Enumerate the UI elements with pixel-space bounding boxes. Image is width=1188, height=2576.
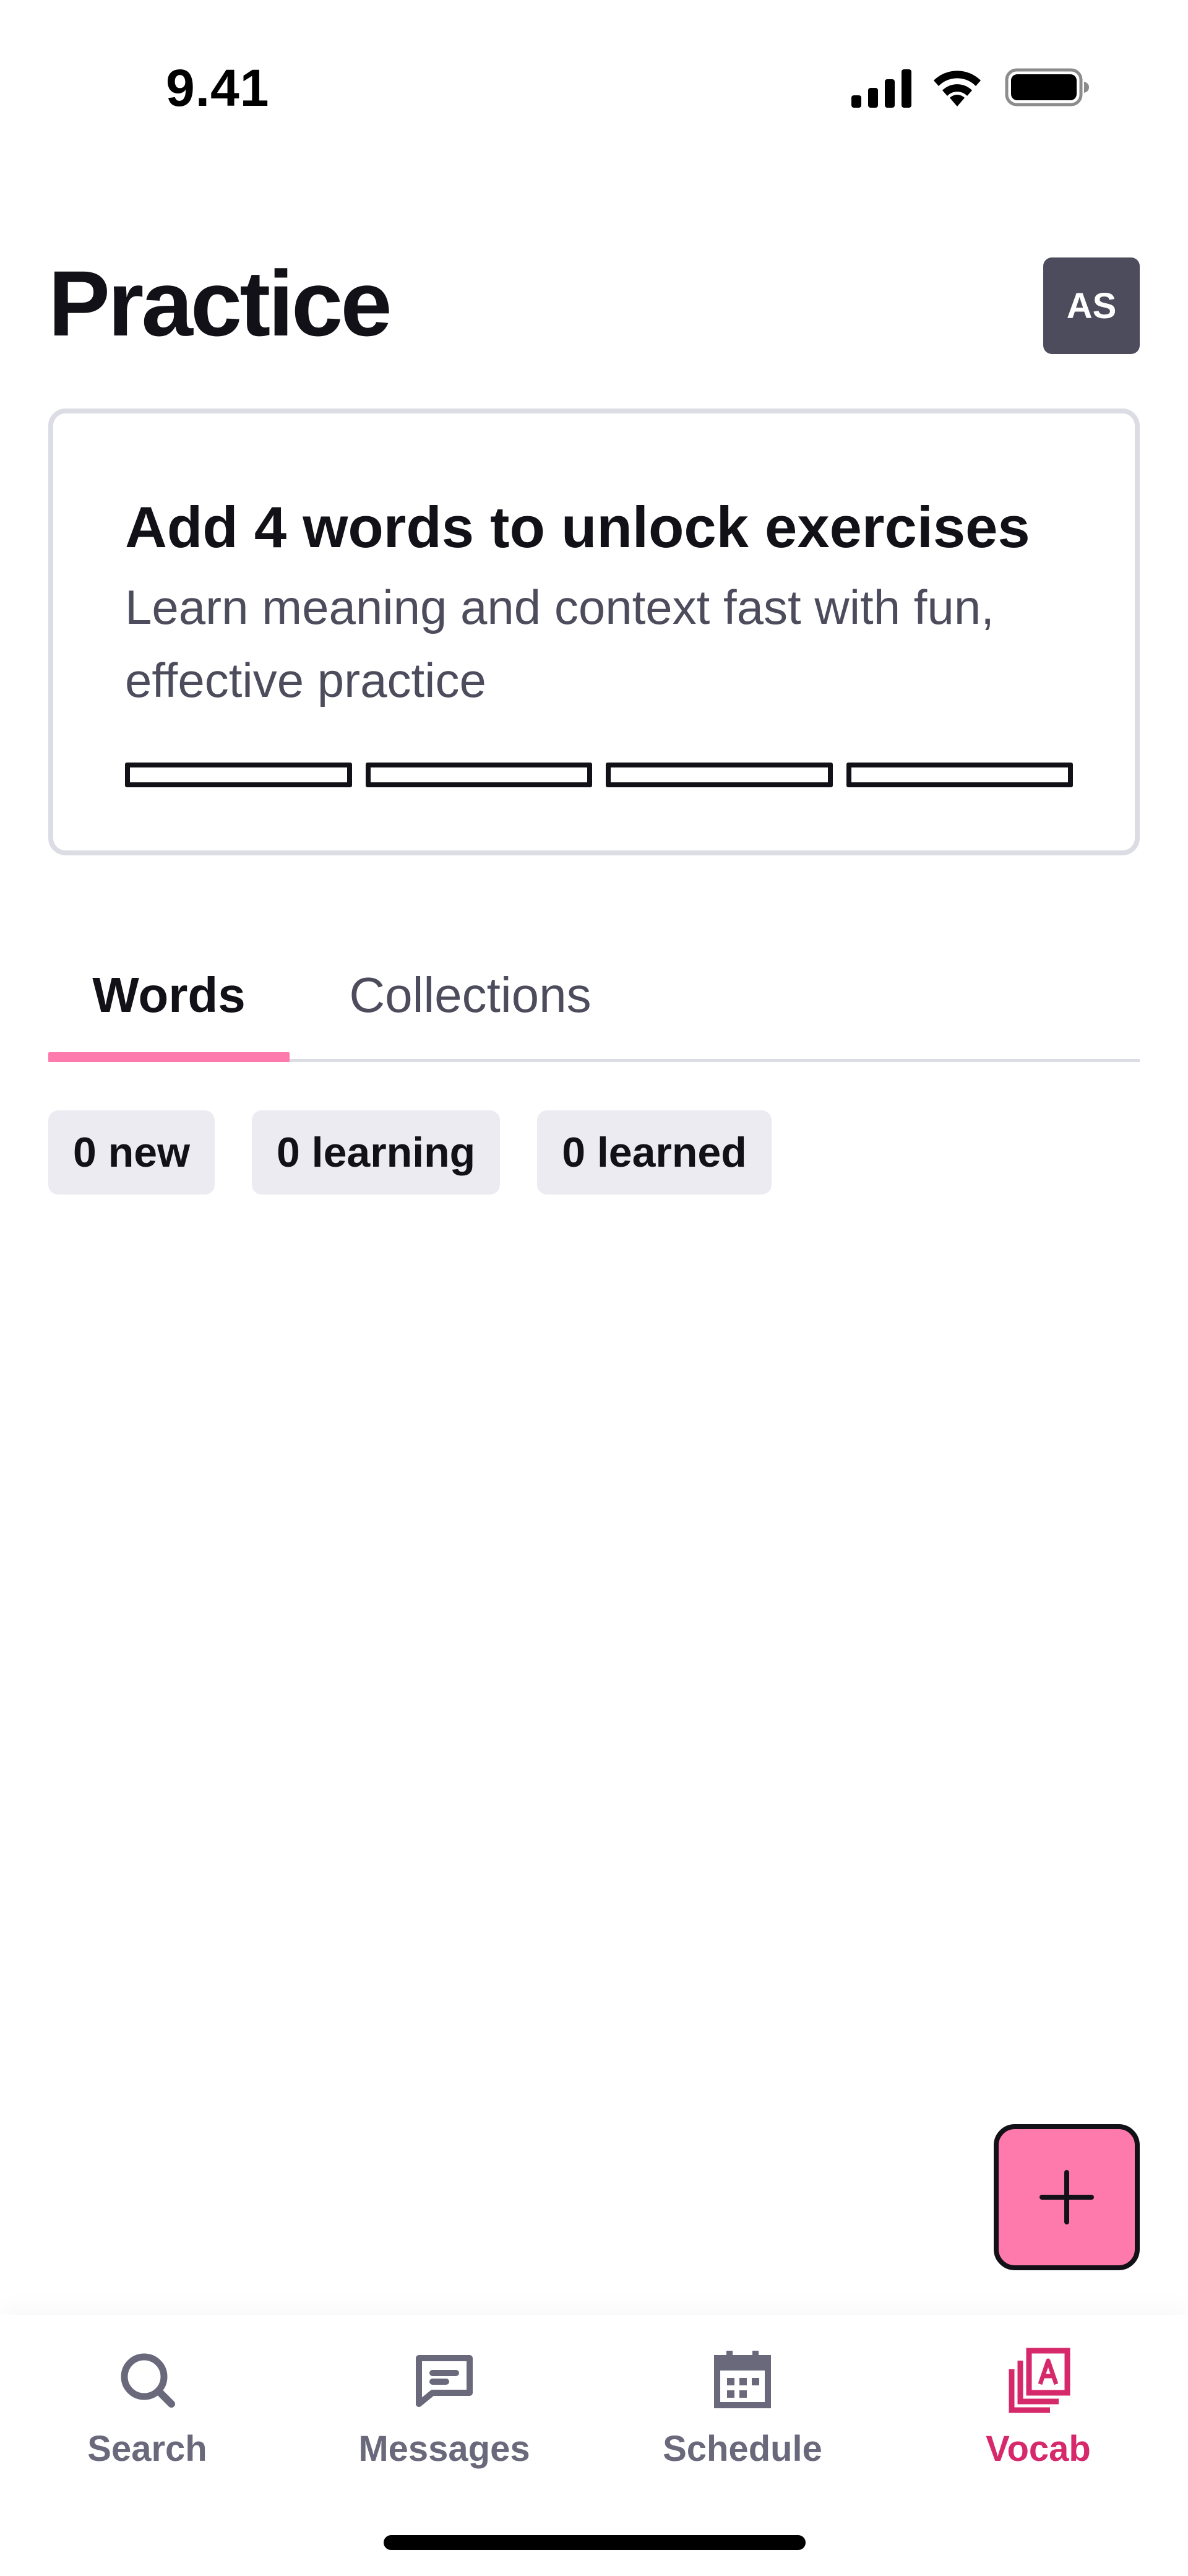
page-title: Practice [48,251,392,355]
word-status-filters: 0 new 0 learning 0 learned [48,1110,772,1195]
search-icon [121,2353,175,2408]
nav-label-vocab: Vocab [986,2429,1091,2469]
add-word-button[interactable] [994,2124,1140,2270]
progress-segment [125,763,352,787]
nav-item-vocab[interactable]: Vocab [908,2346,1168,2494]
home-indicator [384,2535,806,2550]
chip-new[interactable]: 0 new [48,1110,215,1195]
battery-icon [1005,68,1089,106]
nav-item-search[interactable]: Search [17,2346,277,2494]
nav-item-messages[interactable]: Messages [314,2346,574,2494]
progress-segment [846,763,1073,787]
progress-segment [606,763,833,787]
nav-item-schedule[interactable]: Schedule [613,2346,872,2494]
card-title: Add 4 words to unlock exercises [125,495,1030,560]
chip-learned[interactable]: 0 learned [537,1110,772,1195]
progress-segment [365,763,592,787]
tab-selected-indicator [48,1052,290,1062]
words-progress [125,763,1073,787]
nav-label-search: Search [87,2429,207,2469]
card-subtitle: Learn meaning and context fast with fun,… [125,580,994,707]
signal-icon [851,69,911,108]
plus-icon [1040,2170,1094,2224]
status-bar: 9.41 [0,0,1188,142]
unlock-exercises-card: Add 4 words to unlock exercises Learn me… [48,408,1140,855]
message-icon [416,2355,473,2407]
app-screen: 9.41 Practice AS Add 4 words to unlock e… [0,0,1188,2576]
nav-label-schedule: Schedule [663,2429,822,2469]
calendar-icon [714,2351,771,2408]
wifi-icon [934,71,981,106]
tab-collections[interactable]: Collections [316,928,625,1062]
chip-learning[interactable]: 0 learning [251,1110,501,1195]
tab-words[interactable]: Words [48,928,290,1062]
nav-label-messages: Messages [358,2429,530,2469]
vocab-cards-icon [1009,2348,1070,2413]
avatar[interactable]: AS [1043,257,1140,354]
tab-bar: Words Collections [48,928,1140,1062]
status-time: 9.41 [166,59,270,117]
